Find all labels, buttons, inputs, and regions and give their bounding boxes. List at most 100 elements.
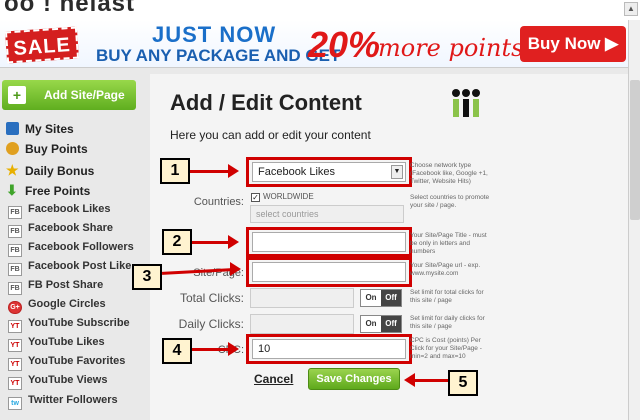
youtube-icon: YT <box>8 377 22 390</box>
scrollbar-thumb[interactable] <box>630 80 640 220</box>
annotation-3-arrowhead <box>230 262 241 276</box>
annotation-2-arrowhead <box>228 235 239 249</box>
sidebar-item-google-circles[interactable]: G+ Google Circles <box>8 298 106 316</box>
sidebar-item-youtube-subscribe[interactable]: YT YouTube Subscribe <box>8 317 130 335</box>
facebook-icon: FB <box>8 244 22 257</box>
add-site-button[interactable]: + Add Site/Page <box>2 80 136 110</box>
total-clicks-input[interactable] <box>250 288 354 308</box>
sidebar-item-fb-post-share[interactable]: FB FB Post Share <box>8 279 103 297</box>
facebook-icon: FB <box>8 225 22 238</box>
annotation-3: 3 <box>132 264 162 290</box>
sidebar-item-daily-bonus[interactable]: ★ Daily Bonus <box>6 162 94 180</box>
daily-clicks-input[interactable] <box>250 314 354 334</box>
sidebar-item-youtube-views[interactable]: YT YouTube Views <box>8 374 107 392</box>
annotation-5-arrow <box>414 379 448 382</box>
network-help: Choose network type (Facebook like, Goog… <box>410 162 488 185</box>
cancel-link[interactable]: Cancel <box>254 372 293 386</box>
annotation-1-arrowhead <box>228 164 239 178</box>
cpc-help: CPC is Cost (points) Per Click for your … <box>410 337 482 360</box>
youtube-icon: YT <box>8 339 22 352</box>
sidebar-item-label: FB Post Share <box>28 279 104 291</box>
coins-icon <box>6 142 19 155</box>
toggle-off-label: Off <box>381 316 401 332</box>
sidebar-item-buy-points[interactable]: Buy Points <box>6 142 88 160</box>
url-help: Your Site/Page url - exp. www.mysite.com <box>410 262 481 277</box>
plus-icon: + <box>8 86 26 104</box>
sidebar-item-twitter-followers[interactable]: tw Twitter Followers <box>8 394 118 412</box>
sidebar-item-label: Google Circles <box>28 298 106 310</box>
twitter-icon: tw <box>8 397 22 410</box>
sidebar-item-label: My Sites <box>25 122 74 136</box>
worldwide-label: WORLDWIDE <box>263 192 314 201</box>
toggle-on-label: On <box>361 316 381 332</box>
sidebar-item-label: Buy Points <box>25 142 88 156</box>
annotation-4: 4 <box>162 338 192 364</box>
daily-clicks-label: Daily Clicks: <box>178 317 244 331</box>
countries-help: Select countries to promote your site / … <box>410 194 490 209</box>
sidebar-item-label: Facebook Likes <box>28 203 111 215</box>
sale-badge: SALE <box>4 26 80 64</box>
daily-clicks-toggle[interactable]: On Off <box>360 315 402 333</box>
sidebar-item-youtube-favorites[interactable]: YT YouTube Favorites <box>8 355 125 373</box>
annotation-1-arrow <box>190 170 230 173</box>
sidebar-item-label: Free Points <box>25 184 91 198</box>
sidebar-item-label: Facebook Followers <box>28 241 134 253</box>
site-brand: oo ! nelast <box>4 0 136 17</box>
sidebar-item-label: YouTube Favorites <box>28 355 126 367</box>
countries-label: Countries: <box>193 196 244 208</box>
vertical-scrollbar[interactable] <box>628 20 640 420</box>
sidebar-item-facebook-post-like[interactable]: FB Facebook Post Like <box>8 260 131 278</box>
title-help: Your Site/Page Title - must be only in l… <box>410 232 487 255</box>
buy-now-button[interactable]: Buy Now ▶ <box>520 26 626 62</box>
sidebar-item-label: YouTube Likes <box>28 336 105 348</box>
highlight-box-3 <box>246 257 412 287</box>
total-clicks-toggle[interactable]: On Off <box>360 289 402 307</box>
facebook-icon: FB <box>8 282 22 295</box>
total-clicks-help: Set limit for total clicks for this site… <box>410 289 484 304</box>
highlight-box-2 <box>246 227 412 257</box>
sidebar: + Add Site/Page My Sites Buy Points ★ Dai… <box>0 74 140 420</box>
add-site-label: Add Site/Page <box>44 88 125 102</box>
sidebar-item-facebook-followers[interactable]: FB Facebook Followers <box>8 241 134 259</box>
worldwide-checkbox[interactable]: ✓ <box>251 193 260 202</box>
annotation-1: 1 <box>160 158 190 184</box>
star-icon: ★ <box>6 162 19 178</box>
highlight-box-1 <box>246 157 412 187</box>
youtube-icon: YT <box>8 358 22 371</box>
google-plus-icon: G+ <box>8 301 22 314</box>
toggle-on-label: On <box>361 290 381 306</box>
youtube-icon: YT <box>8 320 22 333</box>
banner-percent: 20% <box>308 24 381 65</box>
sidebar-item-label: Facebook Share <box>28 222 113 234</box>
annotation-4-arrowhead <box>228 342 239 356</box>
countries-select[interactable]: select countries <box>250 205 404 223</box>
sidebar-item-label: Daily Bonus <box>25 164 95 178</box>
sidebar-item-facebook-likes[interactable]: FB Facebook Likes <box>8 203 111 221</box>
sidebar-item-label: Facebook Post Like <box>28 260 132 272</box>
scroll-up-button[interactable]: ▲ <box>624 2 638 16</box>
banner-more-points: more points <box>378 34 524 62</box>
sidebar-item-label: YouTube Views <box>28 374 108 386</box>
sidebar-item-label: YouTube Subscribe <box>28 317 130 329</box>
annotation-5-arrowhead <box>404 373 415 387</box>
sidebar-item-youtube-likes[interactable]: YT YouTube Likes <box>8 336 105 354</box>
down-arrow-icon: ⬇ <box>6 182 18 198</box>
sidebar-item-facebook-share[interactable]: FB Facebook Share <box>8 222 113 240</box>
promo-banner[interactable]: SALE JUST NOW BUY ANY PACKAGE AND GET 20… <box>0 20 628 68</box>
save-changes-button[interactable]: Save Changes <box>308 368 400 390</box>
users-logo-icon <box>452 89 480 117</box>
total-clicks-label: Total Clicks: <box>179 291 244 305</box>
sidebar-item-my-sites[interactable]: My Sites <box>6 122 74 140</box>
daily-clicks-help: Set limit for daily clicks for this site… <box>410 315 485 330</box>
sidebar-item-free-points[interactable]: ⬇ Free Points <box>6 182 90 200</box>
content-panel: Add / Edit Content Here you can add or e… <box>150 74 628 420</box>
facebook-icon: FB <box>8 263 22 276</box>
sidebar-item-label: Twitter Followers <box>28 394 118 406</box>
page-title: Add / Edit Content <box>170 90 362 115</box>
annotation-2: 2 <box>162 229 192 255</box>
annotation-2-arrow <box>192 241 230 244</box>
home-icon <box>6 122 19 135</box>
banner-subline: BUY ANY PACKAGE AND GET <box>96 46 341 65</box>
banner-headline: JUST NOW <box>152 22 277 47</box>
page-subtitle: Here you can add or edit your content <box>170 128 371 142</box>
